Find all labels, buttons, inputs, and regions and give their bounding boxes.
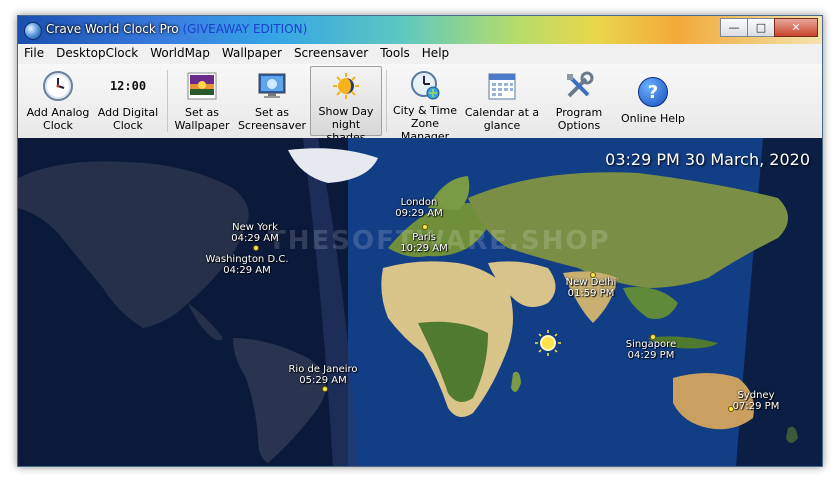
wallpaper-icon [186,70,218,102]
close-button[interactable]: ✕ [774,18,818,37]
calendar-button[interactable]: Calendar at a glance [464,66,540,136]
timezone-manager-button[interactable]: City & Time Zone Manager [388,66,462,143]
window-controls: — □ ✕ [720,18,818,37]
menu-desktopclock[interactable]: DesktopClock [50,44,144,64]
set-wallpaper-label-1: Set as [184,106,220,119]
toolbar-separator [386,70,387,132]
calendar-label-2: glance [483,119,521,132]
title-bar[interactable]: Crave World Clock Pro (GIVEAWAY EDITION)… [18,16,822,44]
city-time: 04:29 AM [223,265,271,276]
digital-clock-icon: 12:00 [109,70,147,102]
city-rio-de-janeiro[interactable]: Rio de Janeiro 05:29 AM [288,364,357,386]
maximize-button[interactable]: □ [747,18,775,37]
city-name: Paris [412,232,436,243]
city-time: 04:29 PM [627,350,675,361]
help-icon: ? [637,76,669,108]
city-marker [422,224,428,230]
menu-screensaver[interactable]: Screensaver [288,44,374,64]
city-marker [728,406,734,412]
app-window: Crave World Clock Pro (GIVEAWAY EDITION)… [17,15,823,467]
menu-file[interactable]: File [18,44,50,64]
menu-worldmap[interactable]: WorldMap [144,44,216,64]
day-night-label-1: Show Day [318,105,374,118]
city-name: Rio de Janeiro [288,364,358,375]
app-name: Crave World Clock Pro [46,22,179,36]
city-time: 05:29 AM [299,375,347,386]
globe-icon[interactable] [24,22,42,40]
city-time: 09:29 AM [395,208,443,219]
city-name: London [400,197,438,208]
add-analog-clock-label-1: Add Analog [26,106,90,119]
toolbar: Add Analog Clock 12:00 Add Digital Clock… [18,64,822,144]
add-digital-clock-label-1: Add Digital [97,106,159,119]
menu-wallpaper[interactable]: Wallpaper [216,44,288,64]
analog-clock-icon [42,70,74,102]
day-night-shades-button[interactable]: Show Day night shades [310,66,382,144]
add-digital-clock-label-2: Clock [113,119,143,132]
window-title: Crave World Clock Pro (GIVEAWAY EDITION) [46,22,307,36]
city-time: 04:29 AM [231,233,279,244]
timezone-manager-label-1: City & Time [392,104,458,117]
digital-clock-icon-text: 12:00 [109,78,147,93]
city-time: 07:29 PM [732,401,780,412]
city-paris[interactable]: Paris 10:29 AM [400,232,447,254]
world-map-graphic [18,138,822,466]
program-options-label-1: Program [555,106,603,119]
city-marker [253,245,259,251]
city-sydney[interactable]: Sydney 07:29 PM [733,390,780,412]
online-help-button[interactable]: ? Online Help [618,66,688,136]
world-map[interactable]: THESOFTWARE.SHOP 03:29 PM 30 March, 2020… [18,138,822,466]
calendar-label-1: Calendar at a [464,106,540,119]
add-digital-clock-button[interactable]: 12:00 Add Digital Clock [94,66,162,136]
set-screensaver-label-1: Set as [254,106,290,119]
city-marker [590,272,596,278]
city-time: 01:59 PM [567,288,615,299]
set-screensaver-label-2: Screensaver [237,119,307,132]
menu-help[interactable]: Help [416,44,455,64]
menu-bar: File DesktopClock WorldMap Wallpaper Scr… [18,44,822,64]
online-help-label: Online Help [620,112,686,125]
city-london[interactable]: London 09:29 AM [395,197,442,219]
city-washington[interactable]: Washington D.C. 04:29 AM [206,254,289,276]
city-name: Sydney [737,390,775,401]
city-name: New Delhi [565,277,617,288]
city-name: Washington D.C. [205,254,289,265]
city-singapore[interactable]: Singapore 04:29 PM [626,339,676,361]
city-name: New York [232,222,278,233]
program-options-button[interactable]: Program Options [546,66,612,136]
city-marker [322,386,328,392]
edition-label: (GIVEAWAY EDITION) [182,22,308,36]
sun-icon [540,335,556,351]
tools-icon [563,70,595,102]
help-icon-glyph: ? [638,77,668,107]
city-new-york[interactable]: New York 04:29 AM [231,222,278,244]
city-marker [650,334,656,340]
set-screensaver-button[interactable]: Set as Screensaver [236,66,308,136]
calendar-icon [486,70,518,102]
toolbar-separator [167,70,168,132]
add-analog-clock-label-2: Clock [43,119,73,132]
city-new-delhi[interactable]: New Delhi 01:59 PM [566,277,617,299]
set-wallpaper-label-2: Wallpaper [174,119,230,132]
menu-tools[interactable]: Tools [374,44,416,64]
city-time: 10:29 AM [400,243,448,254]
map-datetime: 03:29 PM 30 March, 2020 [605,150,810,169]
minimize-button[interactable]: — [720,18,748,37]
timezone-manager-icon [409,70,441,100]
set-wallpaper-button[interactable]: Set as Wallpaper [170,66,234,136]
city-name: Singapore [625,339,677,350]
day-night-icon [330,71,362,101]
add-analog-clock-button[interactable]: Add Analog Clock [24,66,92,136]
program-options-label-2: Options [557,119,601,132]
screensaver-icon [256,70,288,102]
